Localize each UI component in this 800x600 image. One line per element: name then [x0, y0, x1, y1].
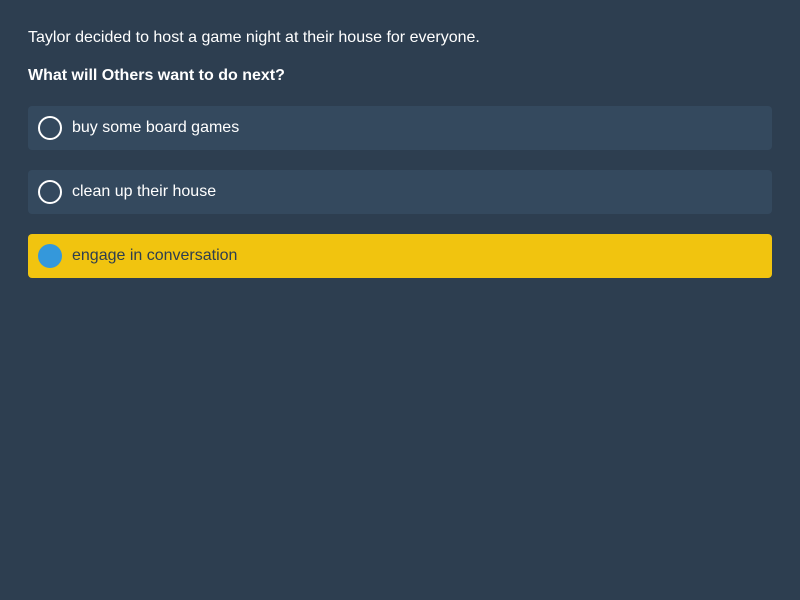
context-text: Taylor decided to host a game night at t…: [28, 29, 480, 46]
radio-button-icon[interactable]: [38, 116, 62, 140]
answer-option-label: clean up their house: [72, 183, 217, 200]
answer-option-2[interactable]: clean up their house: [28, 170, 772, 214]
answer-option-label: engage in conversation: [72, 247, 238, 264]
quiz-container: Taylor decided to host a game night at t…: [0, 0, 800, 278]
radio-button-icon[interactable]: [38, 180, 62, 204]
radio-button-selected-icon[interactable]: [38, 244, 62, 268]
answer-options: buy some board games clean up their hous…: [28, 106, 772, 278]
question-text: What will Others want to do next?: [28, 67, 285, 84]
answer-option-3[interactable]: engage in conversation: [28, 234, 772, 278]
answer-option-1[interactable]: buy some board games: [28, 106, 772, 150]
answer-option-label: buy some board games: [72, 119, 240, 136]
